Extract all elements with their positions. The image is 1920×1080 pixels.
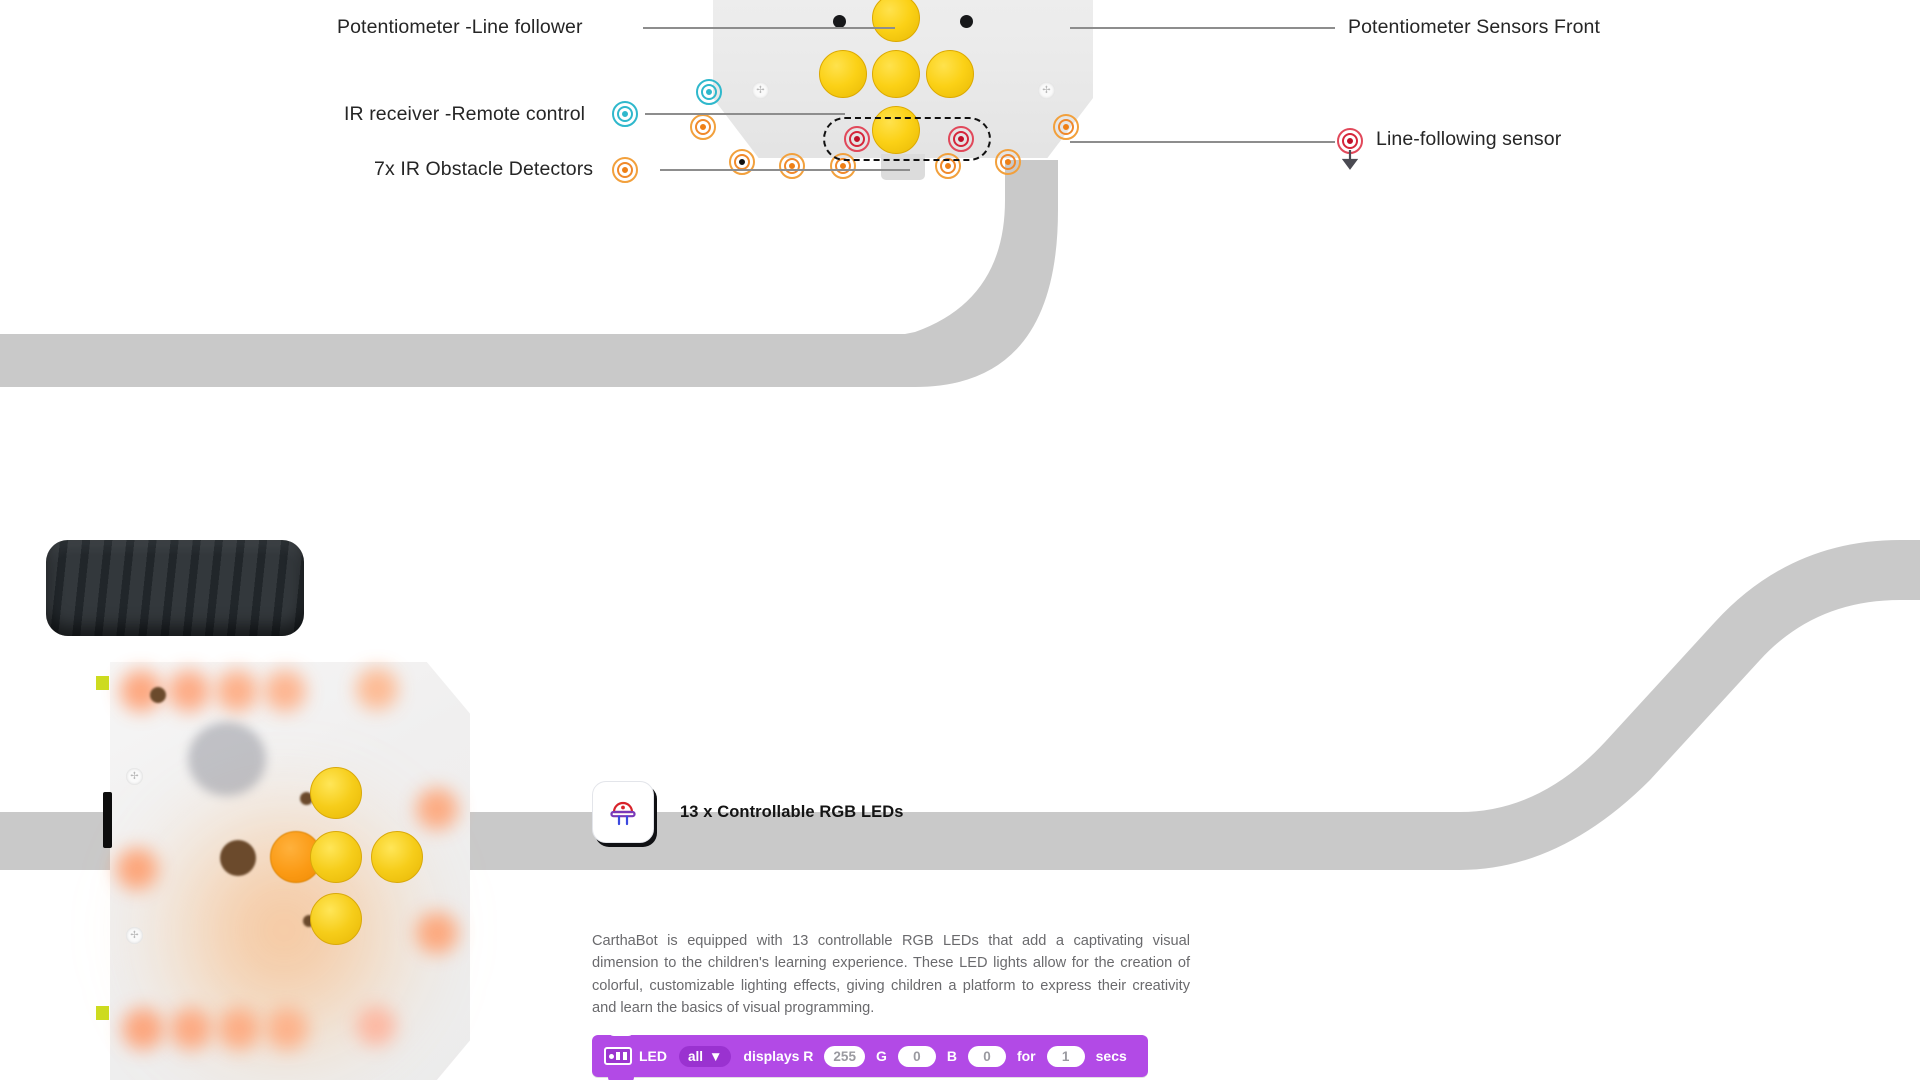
- led-code-block[interactable]: LED all ▼ displays R 255 G 0 B 0 for 1 s…: [592, 1029, 1148, 1080]
- rgb-led: [122, 1008, 164, 1050]
- ir-obstacle-detector-icon: [779, 153, 805, 179]
- pcb-edge-chip: [96, 676, 109, 690]
- block-duration-value[interactable]: 1: [1046, 1045, 1085, 1067]
- block-displays-label: displays R: [743, 1048, 814, 1064]
- leader-line: [645, 113, 845, 115]
- led-icon: [610, 801, 636, 826]
- robot-top-view-glowing: ✢ ✢: [38, 530, 478, 1080]
- ir-obstacle-detectors-icon: [612, 157, 638, 183]
- front-led-top: [371, 831, 423, 883]
- ir-obstacle-detector-icon: [1053, 114, 1079, 140]
- front-led-top: [310, 831, 362, 883]
- callout-line-following-sensor: Line-following sensor: [1376, 128, 1562, 150]
- rgb-led: [218, 1008, 260, 1050]
- front-led-top: [310, 767, 362, 819]
- usb-port: [103, 792, 112, 848]
- rgb-led: [116, 848, 158, 890]
- rgb-led: [170, 1008, 212, 1050]
- front-led: [872, 50, 920, 98]
- screw-hole: ✢: [752, 82, 769, 99]
- rgb-led: [264, 670, 306, 712]
- feature-card: 13 x Controllable RGB LEDs: [592, 781, 904, 843]
- leader-line: [1070, 27, 1335, 29]
- block-secs-label: secs: [1095, 1048, 1127, 1064]
- component-dot: [150, 687, 166, 703]
- callout-potentiometer-sensors-front: Potentiometer Sensors Front: [1348, 16, 1600, 38]
- rgb-led: [356, 668, 398, 710]
- component-dot: [220, 840, 256, 876]
- callout-ir-receiver-remote-control: IR receiver -Remote control: [344, 103, 586, 125]
- feature-title: 13 x Controllable RGB LEDs: [680, 802, 904, 821]
- wheel-top: [46, 540, 304, 636]
- leader-line: [660, 169, 910, 171]
- ir-obstacle-detector-icon: [995, 149, 1021, 175]
- pcb-edge-chip: [96, 1006, 109, 1020]
- block-target-value: all: [688, 1048, 704, 1064]
- leader-line: [643, 27, 895, 29]
- line-following-sensor-icon: [948, 126, 974, 152]
- rgb-led: [416, 912, 458, 954]
- callout-ir-obstacle-detectors: 7x IR Obstacle Detectors: [374, 158, 594, 180]
- chevron-down-icon: ▼: [709, 1048, 723, 1064]
- down-arrow-icon: [1341, 150, 1359, 170]
- block-b-label: B: [946, 1048, 957, 1064]
- led-strip-icon: [604, 1047, 632, 1065]
- ir-obstacle-detector-icon: [690, 114, 716, 140]
- block-target-dropdown[interactable]: all ▼: [679, 1045, 732, 1067]
- block-g-label: G: [875, 1048, 887, 1064]
- block-r-value[interactable]: 255: [824, 1045, 865, 1067]
- block-led-label: LED: [639, 1048, 667, 1064]
- rgb-led: [216, 670, 258, 712]
- front-led: [926, 50, 974, 98]
- rgb-led: [266, 1008, 308, 1050]
- front-led-top: [310, 893, 362, 945]
- screw-hole: ✢: [126, 768, 143, 785]
- screw-hole: ✢: [1038, 82, 1055, 99]
- leader-line: [1070, 141, 1335, 143]
- ir-receiver-icon: [612, 101, 638, 127]
- ir-receiver-onboard-icon: [696, 79, 722, 105]
- feature-description: CarthaBot is equipped with 13 controllab…: [592, 933, 1190, 1016]
- block-for-label: for: [1016, 1048, 1036, 1064]
- screw-hole: ✢: [126, 927, 143, 944]
- led-icon-tile: [592, 781, 654, 843]
- ir-obstacle-detector-icon: [729, 149, 755, 175]
- speaker-component: [188, 722, 266, 796]
- callout-potentiometer-line-follower: Potentiometer -Line follower: [337, 16, 583, 38]
- block-g-value[interactable]: 0: [897, 1045, 936, 1067]
- block-b-value[interactable]: 0: [967, 1045, 1006, 1067]
- page-root: ✢ ✢ Potentiometer -Line follower IR rece…: [0, 0, 1920, 1080]
- rgb-led: [356, 1006, 396, 1046]
- potentiometer-dot-right: [960, 15, 973, 28]
- rgb-led: [168, 670, 210, 712]
- front-led: [819, 50, 867, 98]
- line-following-sensor-icon: [844, 126, 870, 152]
- rgb-led: [416, 788, 458, 830]
